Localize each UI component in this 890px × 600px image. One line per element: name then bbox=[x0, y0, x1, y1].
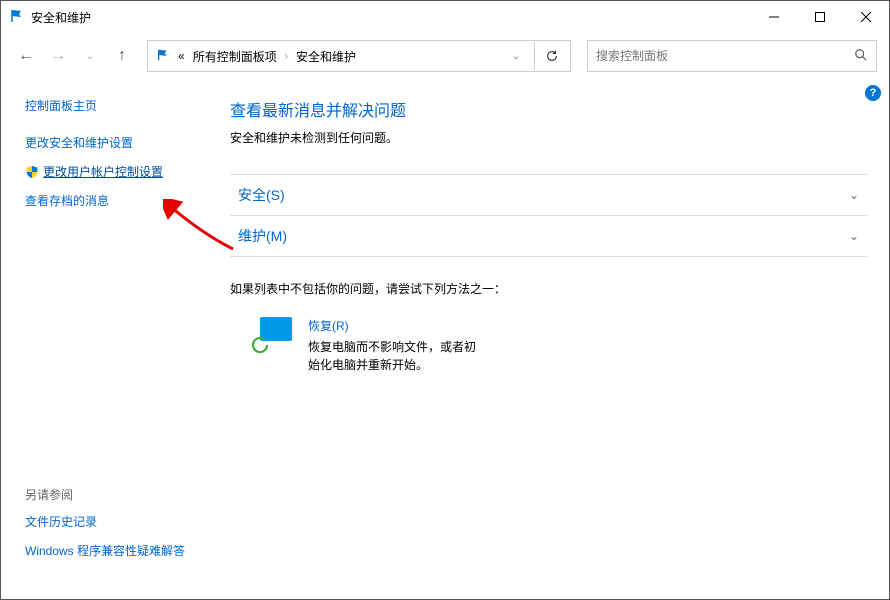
chevron-down-icon: ⌄ bbox=[849, 188, 859, 202]
search-icon[interactable] bbox=[854, 48, 868, 65]
navbar: ← → ⌄ ↑ « 所有控制面板项 › 安全和维护 ⌄ bbox=[1, 33, 889, 79]
maximize-button[interactable] bbox=[797, 1, 843, 33]
sidebar-file-history[interactable]: 文件历史记录 bbox=[25, 513, 216, 530]
refresh-button[interactable] bbox=[534, 42, 562, 70]
flag-icon bbox=[9, 8, 25, 27]
back-button[interactable]: ← bbox=[13, 43, 39, 69]
see-also-heading: 另请参阅 bbox=[25, 486, 216, 503]
security-section[interactable]: 安全(S) ⌄ bbox=[230, 174, 867, 216]
breadcrumb-item[interactable]: 所有控制面板项 bbox=[193, 48, 277, 65]
maintenance-section[interactable]: 维护(M) ⌄ bbox=[230, 215, 867, 257]
address-bar[interactable]: « 所有控制面板项 › 安全和维护 ⌄ bbox=[147, 40, 571, 72]
troubleshoot-hint: 如果列表中不包括你的问题，请尝试下列方法之一： bbox=[230, 280, 867, 297]
chevron-down-icon: ⌄ bbox=[849, 229, 859, 243]
window-root: 安全和维护 ← → ⌄ ↑ « 所有控制面板项 bbox=[0, 0, 890, 600]
sidebar-home[interactable]: 控制面板主页 bbox=[25, 97, 216, 114]
page-title: 查看最新消息并解决问题 bbox=[230, 97, 867, 121]
recovery-icon bbox=[250, 317, 292, 355]
sidebar-change-uac[interactable]: 更改用户帐户控制设置 bbox=[25, 163, 216, 180]
window-title: 安全和维护 bbox=[31, 9, 91, 26]
sidebar-compat-troubleshoot[interactable]: Windows 程序兼容性疑难解答 bbox=[25, 542, 216, 559]
minimize-button[interactable] bbox=[751, 1, 797, 33]
sidebar-change-security[interactable]: 更改安全和维护设置 bbox=[25, 134, 216, 151]
flag-icon bbox=[156, 48, 170, 65]
recovery-section: 恢复(R) 恢复电脑而不影响文件，或者初始化电脑并重新开始。 bbox=[250, 317, 867, 374]
content-area: ? 控制面板主页 更改安全和维护设置 更改用户帐户控制设置 查看存档的消息 bbox=[1, 79, 889, 599]
chevron-right-icon[interactable]: › bbox=[285, 51, 288, 62]
forward-button[interactable]: → bbox=[45, 43, 71, 69]
recovery-desc: 恢复电脑而不影响文件，或者初始化电脑并重新开始。 bbox=[308, 338, 478, 374]
no-issues-text: 安全和维护未检测到任何问题。 bbox=[230, 129, 867, 146]
security-label: 安全(S) bbox=[238, 185, 285, 205]
breadcrumb-prefix: « bbox=[178, 49, 185, 63]
breadcrumb-item[interactable]: 安全和维护 bbox=[296, 48, 356, 65]
sidebar: 控制面板主页 更改安全和维护设置 更改用户帐户控制设置 查看存档的消息 另请参阅… bbox=[1, 79, 216, 599]
search-input[interactable] bbox=[596, 49, 854, 63]
chevron-down-icon[interactable]: ⌄ bbox=[512, 51, 520, 62]
search-bar[interactable] bbox=[587, 40, 877, 72]
main-panel: 查看最新消息并解决问题 安全和维护未检测到任何问题。 安全(S) ⌄ 维护(M)… bbox=[216, 79, 889, 599]
recent-dropdown-icon[interactable]: ⌄ bbox=[77, 43, 103, 69]
sidebar-archived-messages[interactable]: 查看存档的消息 bbox=[25, 192, 216, 209]
sidebar-change-uac-label: 更改用户帐户控制设置 bbox=[43, 163, 163, 180]
help-icon[interactable]: ? bbox=[865, 85, 881, 101]
up-button[interactable]: ↑ bbox=[109, 43, 135, 69]
close-button[interactable] bbox=[843, 1, 889, 33]
shield-icon bbox=[25, 165, 39, 179]
titlebar: 安全和维护 bbox=[1, 1, 889, 33]
maintenance-label: 维护(M) bbox=[238, 226, 287, 246]
recovery-link[interactable]: 恢复(R) bbox=[308, 317, 478, 334]
